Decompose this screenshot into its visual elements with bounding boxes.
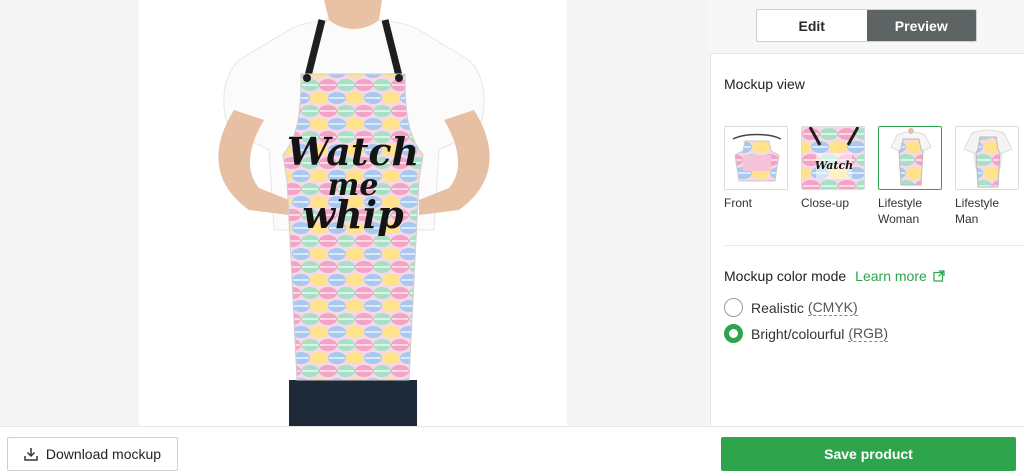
thumbnail-lifestyle-man-label-line2: Man	[955, 212, 979, 226]
mockup-preview-area: Watch me whip	[0, 0, 708, 426]
thumbnail-lifestyle-man-label-line1: Lifestyle	[955, 196, 1000, 210]
thumbnail-lifestyle-woman[interactable]: Lifestyle Woman	[878, 126, 942, 227]
thumbnail-front[interactable]: Front	[724, 126, 788, 227]
apron-mockup-image: Watch me whip	[218, 0, 490, 426]
preview-tab[interactable]: Preview	[866, 10, 976, 41]
svg-text:Watch: Watch	[815, 159, 853, 172]
thumbnail-close-up-label: Close-up	[801, 196, 850, 210]
thumbnail-front-image	[724, 126, 788, 190]
mockup-photo: Watch me whip	[139, 0, 567, 426]
apron-text-line3: whip	[302, 192, 404, 237]
learn-more-label: Learn more	[855, 268, 927, 284]
thumbnail-lifestyle-woman-image	[878, 126, 942, 190]
radio-bright-note: (RGB)	[848, 325, 889, 342]
radio-bright-label: Bright/colourful	[751, 325, 845, 342]
download-mockup-button[interactable]: Download mockup	[7, 437, 178, 471]
radio-bright[interactable]: Bright/colourful (RGB)	[724, 324, 889, 343]
thumbnail-lifestyle-woman-label-line1: Lifestyle	[878, 196, 923, 210]
radio-realistic[interactable]: Realistic (CMYK)	[724, 298, 858, 317]
mockup-view-title: Mockup view	[724, 76, 805, 92]
save-product-button[interactable]: Save product	[721, 437, 1016, 471]
edit-tab[interactable]: Edit	[757, 10, 867, 41]
radio-realistic-note: (CMYK)	[807, 299, 858, 316]
thumbnail-front-label: Front	[724, 196, 753, 210]
radio-realistic-circle[interactable]	[724, 298, 743, 317]
section-divider	[724, 245, 1024, 246]
download-icon	[24, 448, 38, 461]
thumbnail-lifestyle-man-image	[955, 126, 1019, 190]
thumbnail-close-up[interactable]: Watch Close-up	[801, 126, 865, 227]
thumbnail-close-up-image: Watch	[801, 126, 865, 190]
download-mockup-label: Download mockup	[45, 446, 162, 462]
mockup-settings-panel: Mockup view Front Watch Close-up Lifesty…	[710, 53, 1024, 426]
footer-bar: Download mockup Save product	[0, 426, 1024, 472]
thumbnail-lifestyle-woman-label-line2: Woman	[878, 212, 920, 226]
radio-realistic-label: Realistic	[751, 299, 804, 316]
thumbnail-lifestyle-man[interactable]: Lifestyle Man	[955, 126, 1019, 227]
color-mode-title: Mockup color mode	[724, 268, 847, 284]
edit-preview-toggle: Edit Preview	[756, 9, 977, 42]
color-mode-header: Mockup color mode Learn more	[724, 268, 945, 284]
external-link-icon	[933, 270, 945, 282]
radio-bright-circle[interactable]	[724, 324, 743, 343]
mockup-thumbnails: Front Watch Close-up Lifestyle Woman Lif…	[724, 126, 1019, 227]
learn-more-link[interactable]: Learn more	[855, 268, 945, 284]
